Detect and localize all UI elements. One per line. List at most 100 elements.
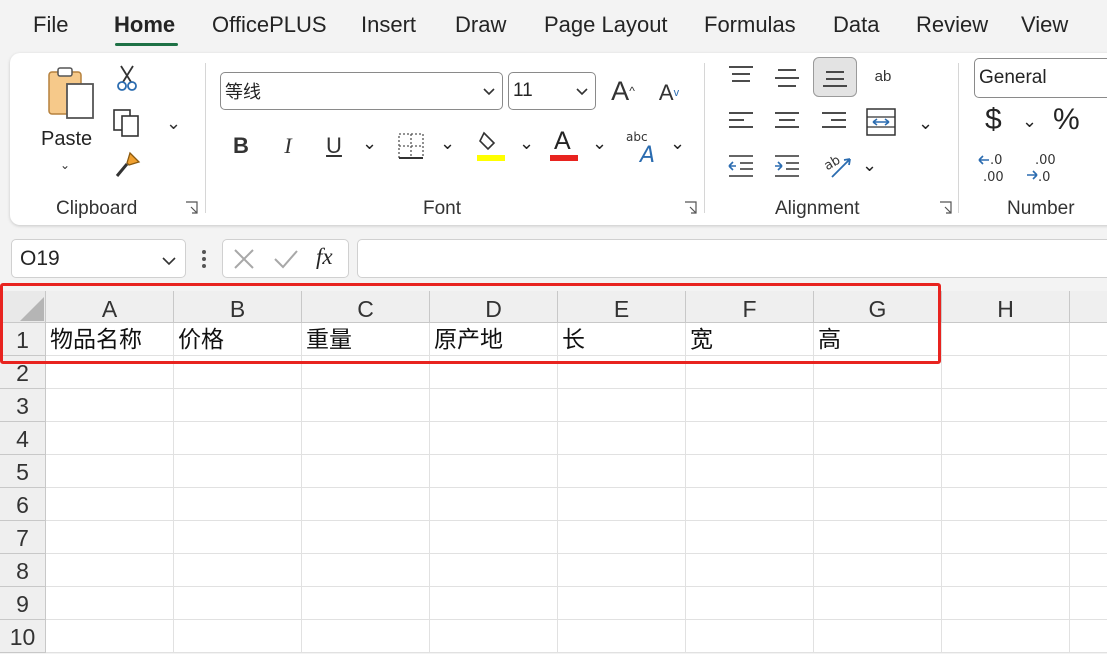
tab-draw[interactable]: Draw xyxy=(455,12,506,38)
underline-dropdown-chevron-icon[interactable]: ⌄ xyxy=(362,133,377,154)
align-left-icon[interactable] xyxy=(726,109,756,135)
cell[interactable] xyxy=(558,455,686,488)
row-header[interactable]: 6 xyxy=(0,488,46,521)
worksheet-grid[interactable]: A B C D E F G H 1 2 3 4 5 6 7 8 9 10 物品名… xyxy=(0,291,1107,653)
cell[interactable] xyxy=(558,620,686,653)
column-header[interactable]: E xyxy=(558,291,686,323)
cell[interactable] xyxy=(174,389,302,422)
cell[interactable] xyxy=(942,521,1070,554)
formula-input[interactable] xyxy=(357,239,1107,278)
cell[interactable] xyxy=(814,587,942,620)
column-header[interactable] xyxy=(1070,291,1107,323)
tab-formulas[interactable]: Formulas xyxy=(704,12,796,38)
cell[interactable] xyxy=(430,521,558,554)
bold-button[interactable]: B xyxy=(228,131,254,161)
cell[interactable] xyxy=(686,389,814,422)
cell-H1[interactable] xyxy=(942,323,1070,356)
align-right-icon[interactable] xyxy=(819,109,849,135)
font-name-combo[interactable]: 等线 xyxy=(220,72,503,110)
cell[interactable] xyxy=(302,521,430,554)
currency-button[interactable]: $ xyxy=(985,103,1002,137)
row-header[interactable]: 5 xyxy=(0,455,46,488)
cell[interactable] xyxy=(814,620,942,653)
cell[interactable] xyxy=(302,422,430,455)
cell-A1[interactable]: 物品名称 xyxy=(46,323,174,356)
cell[interactable] xyxy=(430,389,558,422)
cut-icon[interactable] xyxy=(114,63,140,93)
font-color-button[interactable]: A xyxy=(550,127,580,163)
tab-home[interactable]: Home xyxy=(114,12,175,38)
cell[interactable] xyxy=(814,455,942,488)
cell[interactable] xyxy=(1070,323,1107,356)
formula-bar-grip-icon[interactable] xyxy=(200,247,208,271)
tab-view[interactable]: View xyxy=(1021,12,1068,38)
cell[interactable] xyxy=(46,455,174,488)
cell[interactable] xyxy=(942,389,1070,422)
cell[interactable] xyxy=(430,455,558,488)
middle-align-icon[interactable] xyxy=(772,65,802,91)
cell[interactable] xyxy=(558,488,686,521)
cell[interactable] xyxy=(1070,620,1107,653)
cell[interactable] xyxy=(942,620,1070,653)
cell[interactable] xyxy=(558,587,686,620)
cell[interactable] xyxy=(46,521,174,554)
cell[interactable] xyxy=(46,554,174,587)
row-header[interactable]: 7 xyxy=(0,521,46,554)
cell[interactable] xyxy=(430,356,558,389)
row-header[interactable]: 3 xyxy=(0,389,46,422)
phonetic-guide-icon[interactable]: abc A xyxy=(624,129,662,165)
cell[interactable] xyxy=(174,488,302,521)
cell[interactable] xyxy=(174,521,302,554)
cell[interactable] xyxy=(558,521,686,554)
bottom-align-icon[interactable] xyxy=(813,57,857,97)
cell[interactable] xyxy=(814,488,942,521)
cell-B1[interactable]: 价格 xyxy=(174,323,302,356)
empty-cells-area[interactable] xyxy=(46,356,1107,653)
cell[interactable] xyxy=(686,521,814,554)
column-header[interactable]: H xyxy=(942,291,1070,323)
copy-dropdown-chevron-icon[interactable]: ⌄ xyxy=(166,113,181,134)
cell[interactable] xyxy=(302,554,430,587)
cell[interactable] xyxy=(686,620,814,653)
orientation-dropdown-chevron-icon[interactable]: ⌄ xyxy=(862,155,877,176)
select-all-button[interactable] xyxy=(0,291,46,323)
orientation-icon[interactable]: ab xyxy=(821,149,855,181)
cell[interactable] xyxy=(942,587,1070,620)
paste-dropdown-chevron-icon[interactable]: ⌄ xyxy=(60,158,70,172)
borders-dropdown-chevron-icon[interactable]: ⌄ xyxy=(440,133,455,154)
column-header[interactable]: F xyxy=(686,291,814,323)
fill-color-dropdown-chevron-icon[interactable]: ⌄ xyxy=(519,133,534,154)
enter-icon[interactable] xyxy=(273,248,299,275)
cell[interactable] xyxy=(430,620,558,653)
row-header[interactable]: 4 xyxy=(0,422,46,455)
cell[interactable] xyxy=(1070,356,1107,389)
cell[interactable] xyxy=(302,488,430,521)
cell[interactable] xyxy=(686,554,814,587)
column-header[interactable]: B xyxy=(174,291,302,323)
cell[interactable] xyxy=(1070,587,1107,620)
cell[interactable] xyxy=(814,389,942,422)
font-color-dropdown-chevron-icon[interactable]: ⌄ xyxy=(592,133,607,154)
cell[interactable] xyxy=(1070,389,1107,422)
cell[interactable] xyxy=(430,488,558,521)
cell[interactable] xyxy=(174,356,302,389)
tab-file[interactable]: File xyxy=(33,12,68,38)
currency-dropdown-chevron-icon[interactable]: ⌄ xyxy=(1022,111,1037,132)
cell[interactable] xyxy=(302,587,430,620)
name-box[interactable]: O19 xyxy=(11,239,186,278)
tab-data[interactable]: Data xyxy=(833,12,879,38)
font-launcher-icon[interactable] xyxy=(684,201,697,214)
merge-center-icon[interactable] xyxy=(865,107,897,137)
insert-function-button[interactable]: fx xyxy=(316,244,333,270)
row-header[interactable]: 8 xyxy=(0,554,46,587)
decrease-decimal-icon[interactable]: .00.0 xyxy=(1025,151,1059,183)
cell[interactable] xyxy=(1070,521,1107,554)
cell[interactable] xyxy=(174,587,302,620)
increase-decimal-icon[interactable]: .0.00 xyxy=(977,151,1011,183)
tab-officeplus[interactable]: OfficePLUS xyxy=(212,12,327,38)
paste-label[interactable]: Paste xyxy=(41,128,92,151)
cell[interactable] xyxy=(942,488,1070,521)
cell[interactable] xyxy=(1070,554,1107,587)
top-align-icon[interactable] xyxy=(726,63,756,89)
alignment-launcher-icon[interactable] xyxy=(939,201,952,214)
